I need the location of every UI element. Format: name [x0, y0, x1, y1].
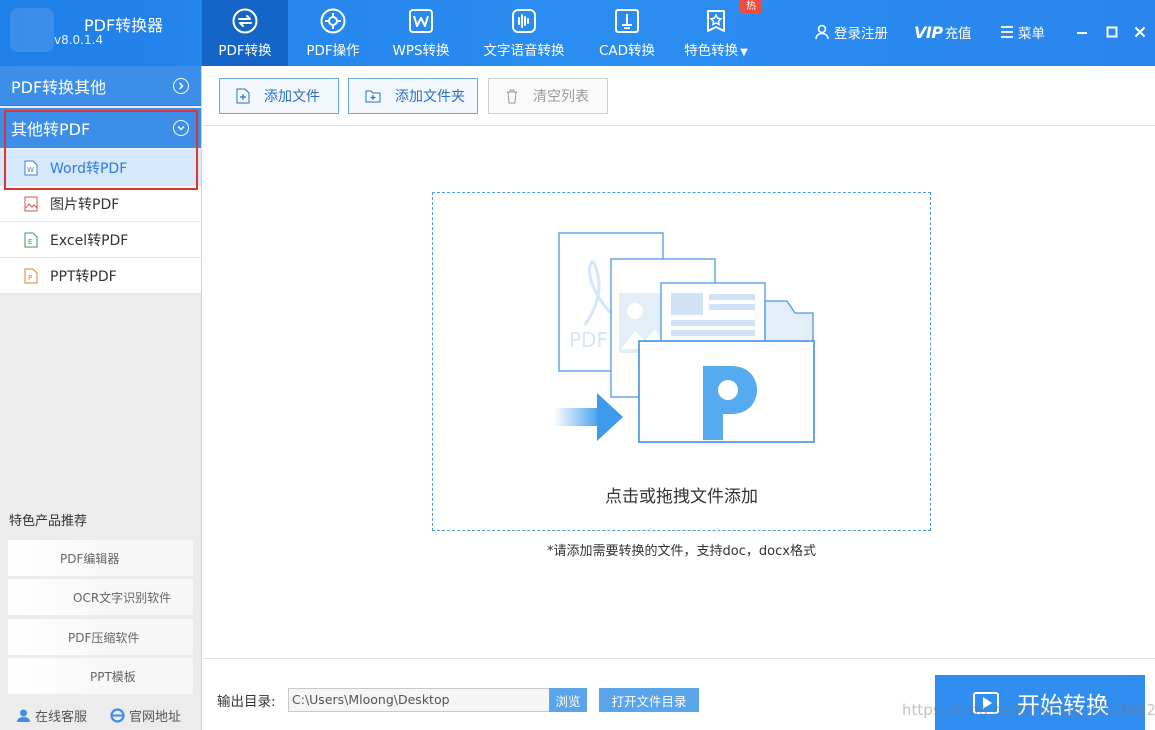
- svg-text:PDF: PDF: [569, 328, 608, 352]
- tab-cad-convert[interactable]: CAD转换: [584, 0, 670, 66]
- minimize-icon: [1077, 32, 1087, 34]
- online-service-link[interactable]: 在线客服: [16, 706, 87, 725]
- open-folder-button[interactable]: 打开文件目录: [599, 688, 699, 712]
- close-button[interactable]: [1128, 20, 1152, 44]
- tab-text-speech[interactable]: 文字语音转换: [474, 0, 574, 66]
- excel-file-icon: E: [24, 232, 38, 248]
- featured-ocr-software[interactable]: OCR文字识别软件: [8, 579, 193, 615]
- file-drop-zone[interactable]: PDF 点击或拖拽文件添加: [432, 192, 931, 531]
- image-file-icon: [24, 196, 38, 212]
- featured-ppt-template[interactable]: PPT模板: [8, 658, 193, 694]
- dropdown-caret-icon: ▼: [740, 47, 748, 58]
- browser-icon: [110, 708, 125, 723]
- official-site-link[interactable]: 官网地址: [110, 706, 181, 725]
- format-hint: *请添加需要转换的文件，支持doc，docx格式: [547, 544, 816, 559]
- browse-button[interactable]: 浏览: [549, 688, 587, 712]
- sidebar-item-ppt-to-pdf[interactable]: P PPT转PDF: [0, 258, 201, 294]
- ppt-file-icon: P: [24, 268, 38, 284]
- toolbar: 添加文件 添加文件夹 清空列表: [203, 66, 1155, 126]
- sidebar-bottom-links: 在线客服 官网地址: [0, 706, 201, 730]
- app-logo: [10, 8, 54, 52]
- chevron-right-icon: [173, 78, 189, 94]
- bottom-bar: 输出目录: C:\Users\Mloong\Desktop 浏览 打开文件目录 …: [203, 658, 1155, 730]
- sidebar-item-word-to-pdf[interactable]: W Word转PDF: [0, 150, 201, 186]
- minimize-button[interactable]: [1070, 20, 1094, 44]
- star-icon: [702, 7, 730, 35]
- app-version: v8.0.1.4: [54, 33, 104, 47]
- vip-recharge-button[interactable]: VIP 充值: [914, 20, 972, 44]
- add-file-button[interactable]: 添加文件: [219, 78, 339, 114]
- chevron-down-icon: [173, 120, 189, 136]
- svg-text:W: W: [27, 166, 34, 174]
- convert-icon: [231, 7, 259, 35]
- user-icon: [815, 24, 829, 40]
- waveform-icon: [510, 7, 538, 35]
- file-import-illustration: PDF: [553, 232, 815, 443]
- output-dir-field[interactable]: C:\Users\Mloong\Desktop: [288, 688, 550, 712]
- hot-badge: 热: [740, 0, 762, 14]
- sidebar-item-excel-to-pdf[interactable]: E Excel转PDF: [0, 222, 201, 258]
- maximize-button[interactable]: [1100, 20, 1124, 44]
- add-file-icon: [236, 88, 250, 104]
- tab-wps-convert[interactable]: WPS转换: [378, 0, 464, 66]
- menu-button[interactable]: 菜单: [1000, 20, 1045, 44]
- watermark: https://blog.csdn.net/qq_40239927: [902, 701, 1155, 719]
- tab-pdf-convert[interactable]: PDF转换: [202, 0, 288, 66]
- word-file-icon: W: [24, 160, 38, 176]
- featured-pdf-compress[interactable]: PDF压缩软件: [8, 619, 193, 655]
- add-folder-icon: [365, 90, 381, 103]
- featured-title: 特色产品推荐: [9, 514, 88, 529]
- category-other-to-pdf[interactable]: 其他转PDF: [0, 108, 201, 148]
- tab-pdf-operations[interactable]: PDF操作: [290, 0, 376, 66]
- app-brand: PDF转换器 v8.0.1.4: [0, 0, 202, 66]
- login-register-button[interactable]: 登录注册: [814, 20, 888, 44]
- category-pdf-to-other[interactable]: PDF转换其他: [0, 66, 201, 106]
- close-icon: [1134, 26, 1146, 38]
- svg-text:E: E: [28, 238, 32, 246]
- wps-icon: [407, 7, 435, 35]
- featured-pdf-editor[interactable]: PDF编辑器: [8, 540, 193, 576]
- tab-featured-convert[interactable]: 热 特色转换 ▼: [676, 0, 762, 66]
- vip-icon: VIP: [914, 22, 943, 42]
- cad-icon: [613, 7, 641, 35]
- drop-zone-text: 点击或拖拽文件添加: [605, 487, 758, 507]
- trash-icon: [507, 89, 517, 104]
- sidebar: PDF转换其他 其他转PDF W Word转PDF 图片转PDF E Excel…: [0, 66, 202, 730]
- gear-icon: [319, 7, 347, 35]
- svg-text:P: P: [28, 274, 32, 282]
- clear-list-button[interactable]: 清空列表: [488, 78, 608, 114]
- add-folder-button[interactable]: 添加文件夹: [348, 78, 478, 114]
- service-icon: [17, 709, 30, 722]
- sidebar-item-image-to-pdf[interactable]: 图片转PDF: [0, 186, 201, 222]
- maximize-icon: [1106, 26, 1118, 38]
- top-bar: PDF转换器 v8.0.1.4 PDF转换 PDF操作 WPS转换 文字语音转换…: [0, 0, 1155, 66]
- hamburger-icon: [1001, 26, 1013, 38]
- output-dir-label: 输出目录:: [217, 694, 276, 710]
